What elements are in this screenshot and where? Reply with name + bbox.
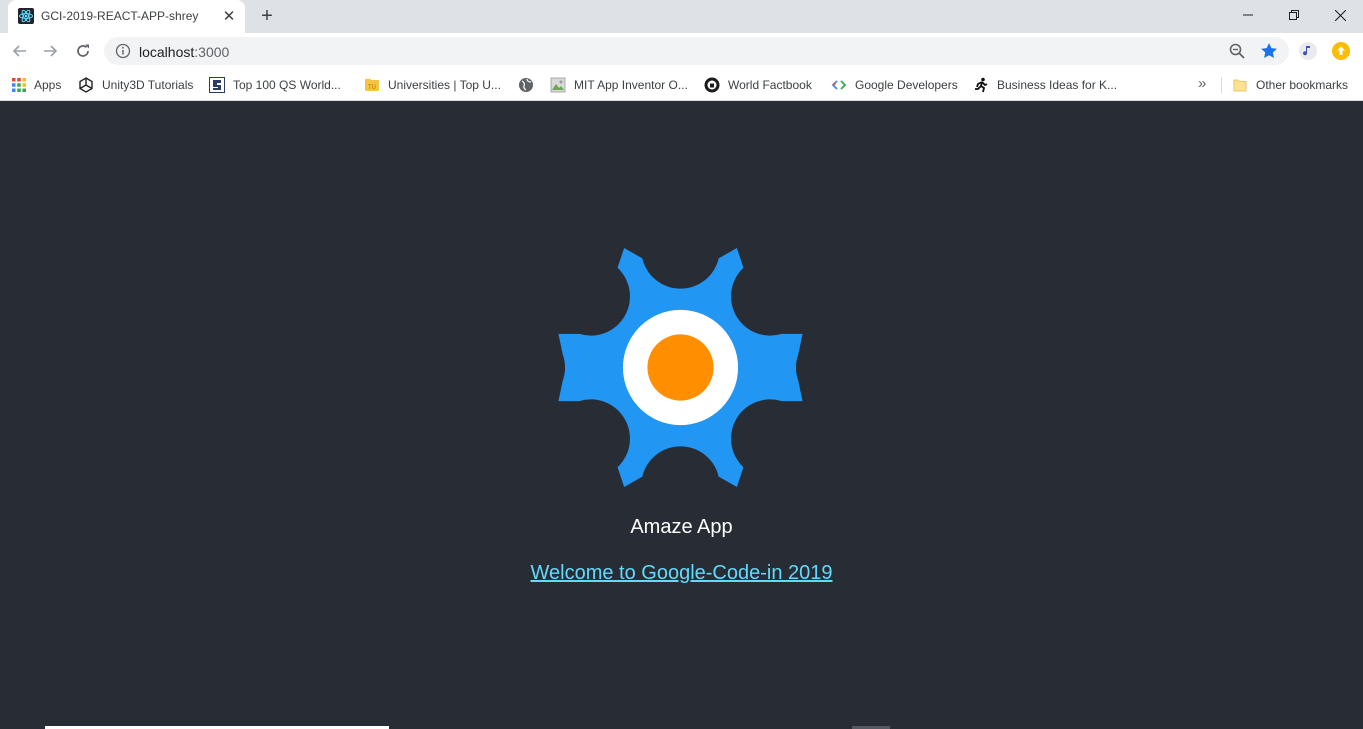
bookmark-label: Google Developers xyxy=(855,78,958,92)
bookmark-mit-app-inventor[interactable]: MIT App Inventor O... xyxy=(550,75,688,95)
tab-close-icon[interactable]: ✕ xyxy=(220,7,238,25)
bookmarks-divider xyxy=(1221,77,1222,93)
bookmark-label: Unity3D Tutorials xyxy=(102,78,194,92)
new-tab-button[interactable]: + xyxy=(256,5,278,27)
bookmark-label: MIT App Inventor O... xyxy=(574,78,688,92)
bookmark-google-developers[interactable]: Google Developers xyxy=(831,75,958,95)
tab-title: GCI-2019-REACT-APP-shrey xyxy=(41,9,199,23)
upload-extension-icon[interactable] xyxy=(1332,42,1350,60)
arrow-right-icon xyxy=(44,45,58,57)
bookmark-top-100-qs[interactable]: Top 100 QS World... xyxy=(209,75,341,95)
amaze-gear-logo-icon xyxy=(558,248,803,487)
reload-button[interactable] xyxy=(70,38,96,64)
info-icon[interactable] xyxy=(115,43,131,59)
restore-button[interactable] xyxy=(1271,0,1317,30)
unity-icon xyxy=(79,77,93,93)
google-developers-icon xyxy=(831,80,847,90)
bookmark-label: Top 100 QS World... xyxy=(233,78,341,92)
folder-tu-icon: TU xyxy=(365,79,379,91)
runner-icon xyxy=(975,77,988,93)
close-icon xyxy=(1334,9,1346,21)
welcome-link-container: Welcome to Google-Code-in 2019 xyxy=(0,562,1363,585)
react-favicon-icon xyxy=(18,8,34,24)
qs-icon xyxy=(209,77,225,93)
minimize-button[interactable] xyxy=(1225,0,1271,30)
bookmark-apps[interactable]: Apps xyxy=(11,75,61,95)
svg-text:TU: TU xyxy=(367,84,376,91)
close-window-button[interactable] xyxy=(1317,0,1363,30)
browser-toolbar: localhost:3000 xyxy=(0,33,1363,69)
folder-icon xyxy=(1233,79,1247,92)
bookmark-globe[interactable] xyxy=(518,75,542,95)
browser-tab[interactable]: GCI-2019-REACT-APP-shrey ✕ xyxy=(8,0,245,33)
welcome-link[interactable]: Welcome to Google-Code-in 2019 xyxy=(530,562,832,584)
tab-strip: GCI-2019-REACT-APP-shrey ✕ + xyxy=(0,0,1363,33)
mit-app-inventor-icon xyxy=(550,77,566,93)
other-bookmarks-label: Other bookmarks xyxy=(1256,78,1349,92)
bookmark-label: World Factbook xyxy=(728,78,812,92)
url-port: :3000 xyxy=(194,44,230,60)
address-bar[interactable]: localhost:3000 xyxy=(104,37,1289,65)
other-bookmarks[interactable]: Other bookmarks xyxy=(1232,75,1348,95)
music-extension-icon[interactable] xyxy=(1299,42,1317,60)
cia-seal-icon xyxy=(704,77,720,93)
restore-icon xyxy=(1289,10,1299,20)
bookmark-world-factbook[interactable]: World Factbook xyxy=(704,75,812,95)
globe-icon xyxy=(519,78,533,92)
arrow-left-icon xyxy=(12,45,26,57)
gear-center-dot xyxy=(647,334,714,401)
url-text[interactable]: localhost:3000 xyxy=(139,44,229,60)
app-title: Amaze App xyxy=(630,516,733,538)
bookmark-star-icon[interactable] xyxy=(1259,41,1279,61)
zoom-icon[interactable] xyxy=(1228,42,1246,60)
reload-icon xyxy=(77,44,89,57)
back-button[interactable] xyxy=(6,38,32,64)
forward-button[interactable] xyxy=(38,38,64,64)
app-page: Amaze App Welcome to Google-Code-in 2019 xyxy=(0,102,1363,729)
bookmark-universities[interactable]: TU Universities | Top U... xyxy=(364,75,501,95)
bookmark-label: Business Ideas for K... xyxy=(997,78,1118,92)
minimize-icon xyxy=(1243,14,1253,16)
bookmark-label: Universities | Top U... xyxy=(388,78,501,92)
bookmark-unity3d-tutorials[interactable]: Unity3D Tutorials xyxy=(78,75,193,95)
apps-grid-icon xyxy=(12,78,26,92)
url-host: localhost xyxy=(139,44,195,60)
bookmarks-overflow-chevron-icon[interactable]: » xyxy=(1198,75,1206,92)
bookmarks-bar: Apps Unity3D Tutorials Top 100 QS World.… xyxy=(0,69,1363,101)
bookmark-label: Apps xyxy=(34,78,62,92)
bookmark-business-ideas[interactable]: Business Ideas for K... xyxy=(973,75,1117,95)
